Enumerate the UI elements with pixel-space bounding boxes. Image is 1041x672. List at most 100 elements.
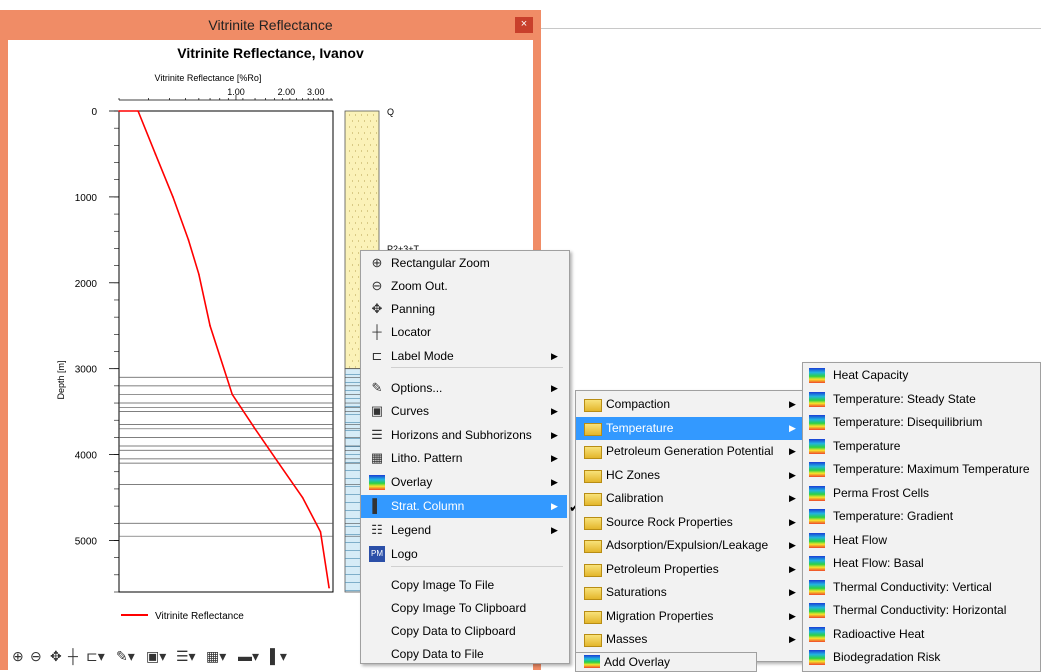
sand-dot	[370, 132, 371, 134]
menu-item-label: Copy Data to File	[391, 647, 484, 661]
menu-item-saturations[interactable]: Saturations ▶	[576, 581, 802, 604]
sand-dot	[355, 114, 356, 116]
x-tick-label: 2.00	[278, 87, 296, 97]
sand-dot	[349, 198, 350, 200]
sand-dot	[352, 324, 353, 326]
sand-dot	[361, 150, 362, 152]
add-overlay-item[interactable]: Add Overlay	[575, 652, 757, 672]
sand-dot	[349, 294, 350, 296]
menu-item-masses[interactable]: Masses ▶	[576, 628, 802, 651]
horizons-icon[interactable]: ☰▾	[176, 648, 196, 665]
menu-item-source-rock-properties[interactable]: Source Rock Properties ▶	[576, 511, 802, 534]
menu-item-heat-capacity[interactable]: Heat Capacity	[803, 364, 1038, 387]
menu-item-petroleum-generation-potential[interactable]: Petroleum Generation Potential ▶	[576, 440, 802, 463]
menu-item-temperature[interactable]: Temperature	[803, 435, 1038, 458]
sand-dot	[352, 264, 353, 266]
menu-item-zoom-out[interactable]: ⊖ Zoom Out.	[361, 275, 567, 298]
submenu-arrow-icon: ▶	[789, 610, 796, 621]
menu-item-hc-zones[interactable]: HC Zones ▶	[576, 464, 802, 487]
menu-item-petroleum-properties[interactable]: Petroleum Properties ▶	[576, 558, 802, 581]
label-icon[interactable]: ⊏▾	[86, 648, 105, 665]
zoom-out-icon[interactable]: ⊖	[30, 648, 42, 665]
submenu-arrow-icon: ▶	[551, 453, 558, 463]
sand-dot	[367, 174, 368, 176]
sand-dot	[376, 228, 377, 230]
folder-icon	[584, 516, 602, 530]
temperature-submenu: Heat Capacity Temperature: Steady State Te…	[802, 362, 1041, 672]
sand-dot	[370, 228, 371, 230]
y-tick-label: 5000	[75, 536, 98, 547]
menu-item-curves[interactable]: ▣ Curves ▶	[361, 400, 567, 423]
menu-item-locator[interactable]: ┼ Locator	[361, 321, 567, 344]
title-bar[interactable]: Vitrinite Reflectance ×	[0, 10, 541, 40]
menu-item-adsorption-expulsion-leakage[interactable]: Adsorption/Expulsion/Leakage ▶	[576, 534, 802, 557]
sand-dot	[349, 234, 350, 236]
menu-item-copy-image-to-clipboard[interactable]: Copy Image To Clipboard	[361, 597, 567, 620]
menu-item-copy-image-to-file[interactable]: Copy Image To File	[361, 574, 567, 597]
sand-dot	[373, 222, 374, 224]
submenu-arrow-icon: ▶	[551, 351, 558, 361]
menu-item-copy-data-to-clipboard[interactable]: Copy Data to Clipboard	[361, 620, 567, 643]
menu-item-heat-flow[interactable]: Heat Flow	[803, 529, 1038, 552]
menu-item-temperature-gradient[interactable]: Temperature: Gradient	[803, 505, 1038, 528]
sand-dot	[358, 288, 359, 290]
sand-dot	[349, 138, 350, 140]
submenu-arrow-icon: ▶	[551, 477, 558, 487]
menu-item-heat-flow-basal[interactable]: Heat Flow: Basal	[803, 552, 1038, 575]
background-divider	[541, 28, 1041, 29]
menu-item-radioactive-heat[interactable]: Radioactive Heat	[803, 623, 1038, 646]
menu-item-overlay[interactable]: Overlay ▶	[361, 471, 567, 494]
crosshair-icon[interactable]: ┼	[68, 648, 78, 664]
menu-item-temperature-disequilibrium[interactable]: Temperature: Disequilibrium	[803, 411, 1038, 434]
submenu-arrow-icon: ▶	[789, 399, 796, 409]
sand-dot	[376, 156, 377, 158]
menu-item-label: Petroleum Properties	[606, 561, 719, 576]
sand-dot	[355, 234, 356, 236]
menu-item-horizons-and-subhorizons[interactable]: ☰ Horizons and Subhorizons ▶	[361, 424, 567, 447]
sand-dot	[358, 336, 359, 338]
add-overlay-label: Add Overlay	[604, 655, 671, 669]
menu-item-label: Compaction	[606, 397, 671, 411]
menu-item-thermal-conductivity-vertical[interactable]: Thermal Conductivity: Vertical	[803, 576, 1038, 599]
x-tick-label: 3.00	[307, 87, 325, 97]
sand-dot	[373, 186, 374, 188]
menu-item-legend[interactable]: ☷ Legend ▶	[361, 519, 567, 542]
menu-item-logo[interactable]: PM Logo	[361, 543, 567, 566]
menu-item-migration-properties[interactable]: Migration Properties ▶	[576, 605, 802, 628]
y-tick-label: 2000	[75, 279, 98, 290]
folder-icon	[584, 587, 602, 600]
menu-item-rectangular-zoom[interactable]: ⊕ Rectangular Zoom	[361, 252, 567, 275]
menu-item-temperature-steady-state[interactable]: Temperature: Steady State	[803, 388, 1038, 411]
close-button[interactable]: ×	[515, 17, 533, 33]
menu-item-copy-data-to-file[interactable]: Copy Data to File	[361, 643, 567, 666]
overlay-icon[interactable]: ▬▾	[238, 648, 259, 665]
sand-dot	[376, 204, 377, 206]
menu-item-perma-frost-cells[interactable]: Perma Frost Cells	[803, 482, 1038, 505]
menu-item-calibration[interactable]: Calibration ▶	[576, 487, 802, 510]
menu-item-strat-column[interactable]: ▌ Strat. Column ▶	[361, 495, 567, 518]
sand-dot	[355, 210, 356, 212]
menu-item-temperature[interactable]: Temperature ▶	[576, 416, 802, 440]
folder-icon	[584, 493, 602, 506]
menu-item-thermal-conductivity-horizontal[interactable]: Thermal Conductivity: Horizontal	[803, 599, 1038, 622]
curve-point	[319, 531, 322, 533]
menu-item-options[interactable]: ✎ Options... ▶	[361, 377, 567, 400]
zoom-in-icon[interactable]: ⊕	[12, 648, 24, 665]
wrench-icon[interactable]: ✎▾	[116, 648, 135, 665]
litho-icon[interactable]: ▦▾	[206, 648, 226, 665]
pan-icon[interactable]: ✥	[50, 648, 62, 665]
sand-dot	[355, 306, 356, 308]
menu-item-temperature-maximum-temperature[interactable]: Temperature: Maximum Temperature	[803, 458, 1038, 481]
menu-item-biodegradation-risk[interactable]: Biodegradation Risk	[803, 646, 1038, 669]
menu-item-litho-pattern[interactable]: ▦ Litho. Pattern ▶	[361, 447, 567, 470]
curves-icon[interactable]: ▣▾	[146, 648, 166, 665]
color-scale-icon	[809, 462, 825, 477]
color-scale-icon	[809, 603, 825, 618]
menu-item-compaction[interactable]: Compaction ▶	[576, 393, 802, 416]
color-scale-icon	[809, 438, 825, 454]
submenu-arrow-icon: ▶	[789, 469, 796, 480]
menu-item-panning[interactable]: ✥ Panning	[361, 298, 567, 321]
curve-point	[187, 239, 190, 241]
strat-column-icon[interactable]: ▌▾	[270, 648, 287, 665]
menu-item-label-mode[interactable]: ⊏ Label Mode ▶	[361, 345, 567, 368]
